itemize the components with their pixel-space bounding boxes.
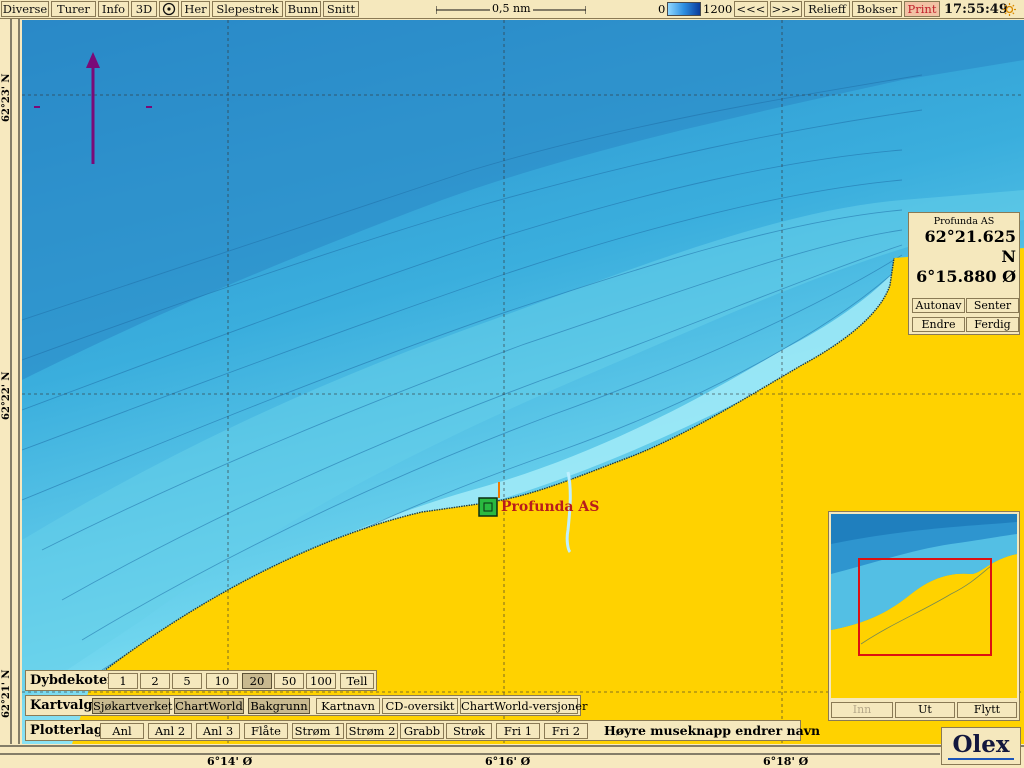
dybdekoter-toolbar: Dybdekoter 1 2 5 10 20 50 100 Tell — [25, 670, 377, 691]
layer-anl-button[interactable]: Anl — [100, 723, 144, 739]
chartworld-versjoner-button[interactable]: ChartWorld-versjoner — [460, 698, 587, 714]
target-button[interactable] — [159, 1, 179, 17]
overview-panel: Inn Ut Flytt — [828, 511, 1020, 721]
layer-anl2-button[interactable]: Anl 2 — [148, 723, 192, 739]
autonav-button[interactable]: Autonav — [912, 298, 965, 313]
cd-oversikt-button[interactable]: CD-oversikt — [382, 698, 458, 714]
menu-slepestrek[interactable]: Slepestrek — [212, 1, 283, 17]
menu-turer[interactable]: Turer — [51, 1, 96, 17]
info-longitude: 6°15.880 Ø — [916, 267, 1016, 286]
zoom-out-button[interactable]: Ut — [895, 702, 955, 718]
depth-100-button[interactable]: 100 — [306, 673, 336, 689]
longitude-label: 6°18' Ø — [763, 755, 809, 768]
layer-strok-button[interactable]: Strøk — [446, 723, 492, 739]
depth-2-button[interactable]: 2 — [140, 673, 170, 689]
rename-hint: Høyre museknapp endrer navn — [604, 723, 821, 738]
plotterlag-toolbar: Plotterlag Anl Anl 2 Anl 3 Flåte Strøm 1… — [25, 720, 820, 741]
layer-fri2-button[interactable]: Fri 2 — [544, 723, 588, 739]
layer-flate-button[interactable]: Flåte — [244, 723, 288, 739]
latitude-label: 62°21' N — [1, 669, 12, 718]
kartvalg-label: Kartvalg — [30, 698, 93, 713]
menu-bunn[interactable]: Bunn — [285, 1, 321, 17]
nav-next-button[interactable]: >>> — [770, 1, 802, 17]
nav-prev-button[interactable]: <<< — [734, 1, 768, 17]
brand-text: Olex — [952, 731, 1010, 758]
menu-3d[interactable]: 3D — [131, 1, 157, 17]
menu-diverse[interactable]: Diverse — [1, 1, 49, 17]
layer-anl3-button[interactable]: Anl 3 — [196, 723, 240, 739]
marker-label: Profunda AS — [501, 499, 600, 515]
depth-50-button[interactable]: 50 — [274, 673, 304, 689]
menu-snitt[interactable]: Snitt — [323, 1, 359, 17]
zoom-in-button[interactable]: Inn — [831, 702, 893, 718]
depth-color-scale — [667, 2, 701, 16]
overview-map[interactable] — [831, 514, 1017, 698]
layer-grabb-button[interactable]: Grabb — [400, 723, 444, 739]
sun-icon[interactable] — [1003, 3, 1016, 16]
info-title: Profunda AS — [933, 216, 995, 227]
longitude-label: 6°14' Ø — [207, 755, 253, 768]
depth-max-label: 1200 — [703, 2, 733, 16]
olex-logo: Olex — [941, 727, 1021, 765]
depth-20-button[interactable]: 20 — [242, 673, 272, 689]
info-latitude: 62°21.625 N — [924, 227, 1017, 266]
flytt-button[interactable]: Flytt — [957, 702, 1017, 718]
menu-info[interactable]: Info — [98, 1, 129, 17]
bakgrunn-button[interactable]: Bakgrunn — [248, 698, 310, 714]
position-info-panel: Profunda AS 62°21.625 N 6°15.880 Ø Auton… — [908, 212, 1020, 335]
longitude-label: 6°16' Ø — [485, 755, 531, 768]
chartworld-button[interactable]: ChartWorld — [174, 698, 244, 714]
latitude-label: 62°22' N — [1, 371, 12, 420]
bokser-button[interactable]: Bokser — [852, 1, 902, 17]
scale-label: 0,5 nm — [490, 2, 533, 16]
clock: 17:55:49 — [944, 2, 1008, 17]
ferdig-button[interactable]: Ferdig — [966, 317, 1019, 332]
print-button[interactable]: Print — [904, 1, 940, 17]
tell-button[interactable]: Tell — [340, 673, 374, 689]
target-icon — [162, 2, 176, 16]
top-menubar: Diverse Turer Info 3D Her Slepestrek Bun… — [0, 0, 1024, 19]
depth-1-button[interactable]: 1 — [108, 673, 138, 689]
dybdekoter-label: Dybdekoter — [30, 673, 115, 688]
kartnavn-button[interactable]: Kartnavn — [316, 698, 380, 714]
plotterlag-label: Plotterlag — [30, 723, 103, 738]
layer-strom2-button[interactable]: Strøm 2 — [346, 723, 398, 739]
depth-5-button[interactable]: 5 — [172, 673, 202, 689]
relieff-button[interactable]: Relieff — [804, 1, 850, 17]
sjokartverket-button[interactable]: Sjøkartverket — [92, 698, 173, 714]
latitude-label: 62°23' N — [1, 73, 12, 122]
depth-10-button[interactable]: 10 — [206, 673, 238, 689]
layer-strom1-button[interactable]: Strøm 1 — [292, 723, 344, 739]
endre-button[interactable]: Endre — [912, 317, 965, 332]
senter-button[interactable]: Senter — [966, 298, 1019, 313]
kartvalg-toolbar: Kartvalg Sjøkartverket ChartWorld Bakgru… — [25, 695, 587, 716]
depth-min-label: 0 — [658, 2, 666, 16]
menu-her[interactable]: Her — [181, 1, 210, 17]
layer-fri1-button[interactable]: Fri 1 — [496, 723, 540, 739]
